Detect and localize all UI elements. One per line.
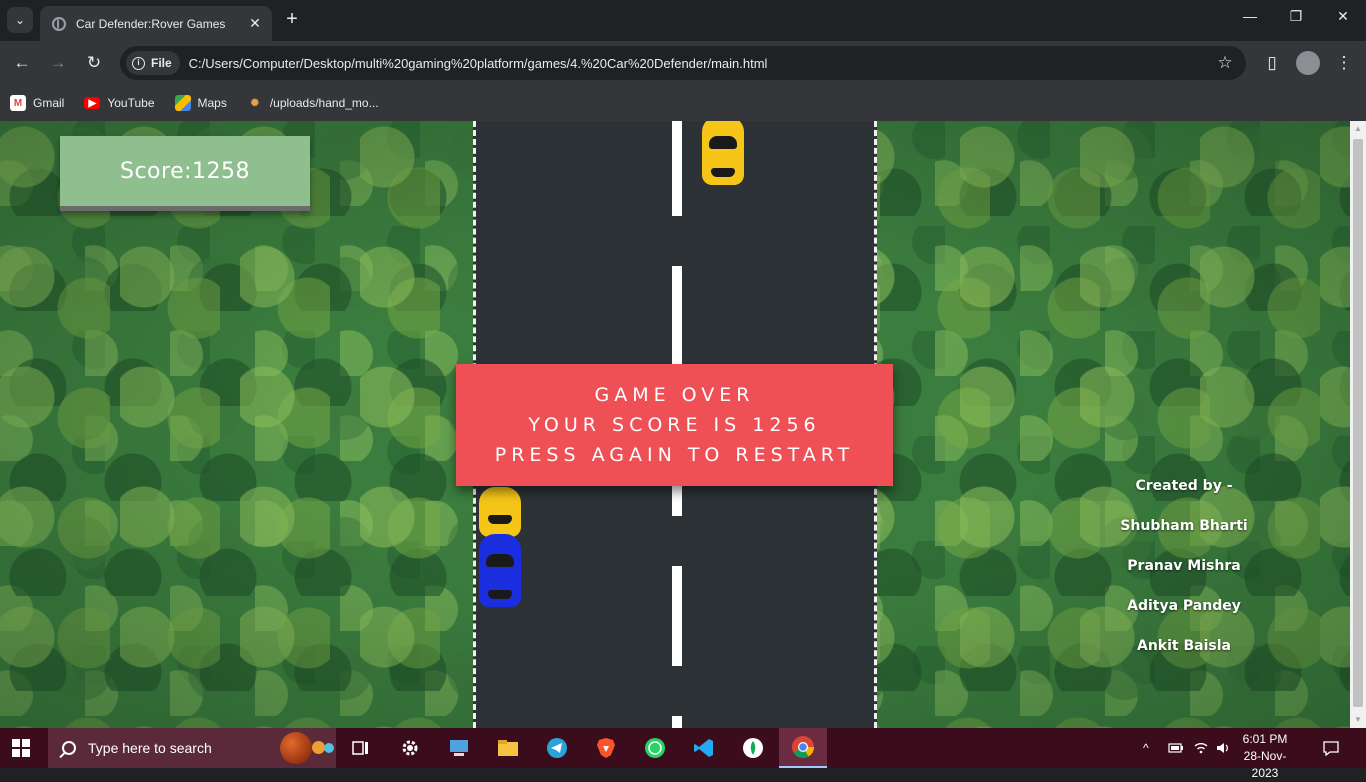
this-pc-icon[interactable] bbox=[435, 728, 483, 768]
restore-button[interactable]: ❐ bbox=[1284, 8, 1308, 25]
url-text[interactable]: C:/Users/Computer/Desktop/multi%20gaming… bbox=[189, 56, 1210, 71]
bookmark-gmail[interactable]: M Gmail bbox=[10, 95, 64, 111]
lane-divider bbox=[672, 266, 682, 366]
game-over-banner[interactable]: GAME OVER YOUR SCORE IS 1256 PRESS AGAIN… bbox=[456, 364, 893, 486]
scroll-thumb[interactable] bbox=[1353, 139, 1363, 707]
minimize-button[interactable]: — bbox=[1238, 8, 1262, 24]
file-explorer-icon[interactable] bbox=[484, 728, 532, 768]
enemy-car-yellow bbox=[479, 487, 521, 537]
tab-title: Car Defender:Rover Games bbox=[76, 16, 226, 31]
tab-search-button[interactable]: ⌄ bbox=[7, 7, 33, 33]
bookmark-uploads[interactable]: ✺ /uploads/hand_mo... bbox=[247, 95, 379, 111]
clock-time: 6:01 PM bbox=[1242, 732, 1288, 746]
bookmark-label: /uploads/hand_mo... bbox=[269, 96, 379, 110]
credit-name: Ankit Baisla bbox=[1137, 638, 1231, 654]
search-icon bbox=[62, 741, 76, 755]
show-hidden-icons[interactable]: ^ bbox=[1143, 728, 1149, 768]
whatsapp-icon[interactable] bbox=[631, 728, 679, 768]
settings-icon[interactable] bbox=[386, 728, 434, 768]
back-button[interactable]: ← bbox=[11, 52, 33, 74]
site-info-chip[interactable]: i File bbox=[126, 51, 180, 75]
search-highlight-art bbox=[276, 728, 336, 768]
player-car[interactable] bbox=[479, 534, 521, 607]
address-bar[interactable]: i File C:/Users/Computer/Desktop/multi%2… bbox=[120, 46, 1246, 80]
taskbar-search[interactable]: Type here to search bbox=[48, 728, 336, 768]
tab-strip: ⌄ Car Defender:Rover Games ✕ + — ❐ ✕ bbox=[0, 0, 1366, 41]
score-display: Score:1258 bbox=[60, 136, 310, 211]
bookmark-label: YouTube bbox=[107, 96, 155, 110]
vscode-icon[interactable] bbox=[680, 728, 728, 768]
site-info-label: File bbox=[151, 56, 172, 70]
forward-button[interactable]: → bbox=[47, 52, 69, 74]
credit-name: Shubham Bharti bbox=[1120, 518, 1248, 534]
new-tab-button[interactable]: + bbox=[282, 8, 302, 31]
credit-name: Pranav Mishra bbox=[1127, 558, 1241, 574]
clock-date: 28-Nov-2023 bbox=[1243, 749, 1287, 780]
telegram-icon[interactable] bbox=[533, 728, 581, 768]
lane-divider bbox=[672, 566, 682, 666]
credits: Created by - Shubham Bharti Pranav Mishr… bbox=[1100, 466, 1268, 666]
credits-heading: Created by - bbox=[1135, 478, 1233, 494]
restart-prompt: PRESS AGAIN TO RESTART bbox=[494, 444, 855, 466]
windows-start-icon[interactable] bbox=[12, 739, 30, 757]
profile-avatar[interactable] bbox=[1296, 51, 1320, 75]
volume-icon[interactable] bbox=[1215, 728, 1231, 768]
system-clock[interactable]: 6:01 PM 28-Nov-2023 bbox=[1232, 731, 1298, 782]
bookmark-youtube[interactable]: ▶ YouTube bbox=[84, 96, 155, 110]
bookmark-label: Maps bbox=[197, 96, 227, 110]
game-page[interactable]: Score:1258 GAME OVER YOUR SCORE IS 1256 … bbox=[0, 121, 1350, 728]
enemy-car-yellow bbox=[702, 121, 744, 185]
battery-icon[interactable] bbox=[1168, 728, 1184, 768]
brave-icon[interactable] bbox=[582, 728, 630, 768]
lane-divider bbox=[672, 121, 682, 216]
info-icon: i bbox=[132, 56, 145, 70]
menu-icon[interactable]: ⋮ bbox=[1333, 52, 1355, 74]
browser-toolbar: ← → ↻ i File C:/Users/Computer/Desktop/m… bbox=[0, 41, 1366, 85]
bookmarks-bar: M Gmail ▶ YouTube Maps ✺ /uploads/hand_m… bbox=[0, 85, 1366, 121]
taskbar: Type here to search ^ 6:01 PM 28-Nov-202… bbox=[0, 728, 1366, 780]
close-window-button[interactable]: ✕ bbox=[1331, 8, 1355, 25]
side-panel-icon[interactable]: ▯ bbox=[1261, 52, 1283, 74]
task-view-icon[interactable] bbox=[337, 728, 385, 768]
page-scrollbar[interactable]: ▲ ▼ bbox=[1350, 121, 1366, 728]
final-score-text: YOUR SCORE IS 1256 bbox=[528, 414, 821, 436]
folder-icon: ✺ bbox=[250, 97, 260, 109]
search-placeholder: Type here to search bbox=[88, 740, 212, 756]
youtube-icon: ▶ bbox=[84, 97, 101, 109]
tab-close-icon[interactable]: ✕ bbox=[246, 15, 264, 32]
mongodb-icon[interactable] bbox=[729, 728, 777, 768]
reload-button[interactable]: ↻ bbox=[83, 52, 105, 74]
wifi-icon[interactable] bbox=[1193, 728, 1209, 768]
bookmark-label: Gmail bbox=[33, 96, 65, 110]
game-over-title: GAME OVER bbox=[594, 384, 755, 406]
bookmark-maps[interactable]: Maps bbox=[174, 95, 227, 111]
credit-name: Aditya Pandey bbox=[1127, 598, 1241, 614]
maps-icon bbox=[174, 95, 191, 111]
globe-icon bbox=[52, 16, 66, 31]
notifications-icon[interactable] bbox=[1322, 728, 1340, 768]
scroll-up-arrow[interactable]: ▲ bbox=[1350, 121, 1366, 137]
chrome-icon[interactable] bbox=[779, 728, 827, 768]
bookmark-star-icon[interactable]: ☆ bbox=[1210, 53, 1240, 73]
tab-active[interactable]: Car Defender:Rover Games ✕ bbox=[40, 6, 272, 41]
scroll-down-arrow[interactable]: ▼ bbox=[1350, 712, 1366, 728]
gmail-icon: M bbox=[10, 95, 26, 111]
lane-divider bbox=[672, 716, 682, 728]
